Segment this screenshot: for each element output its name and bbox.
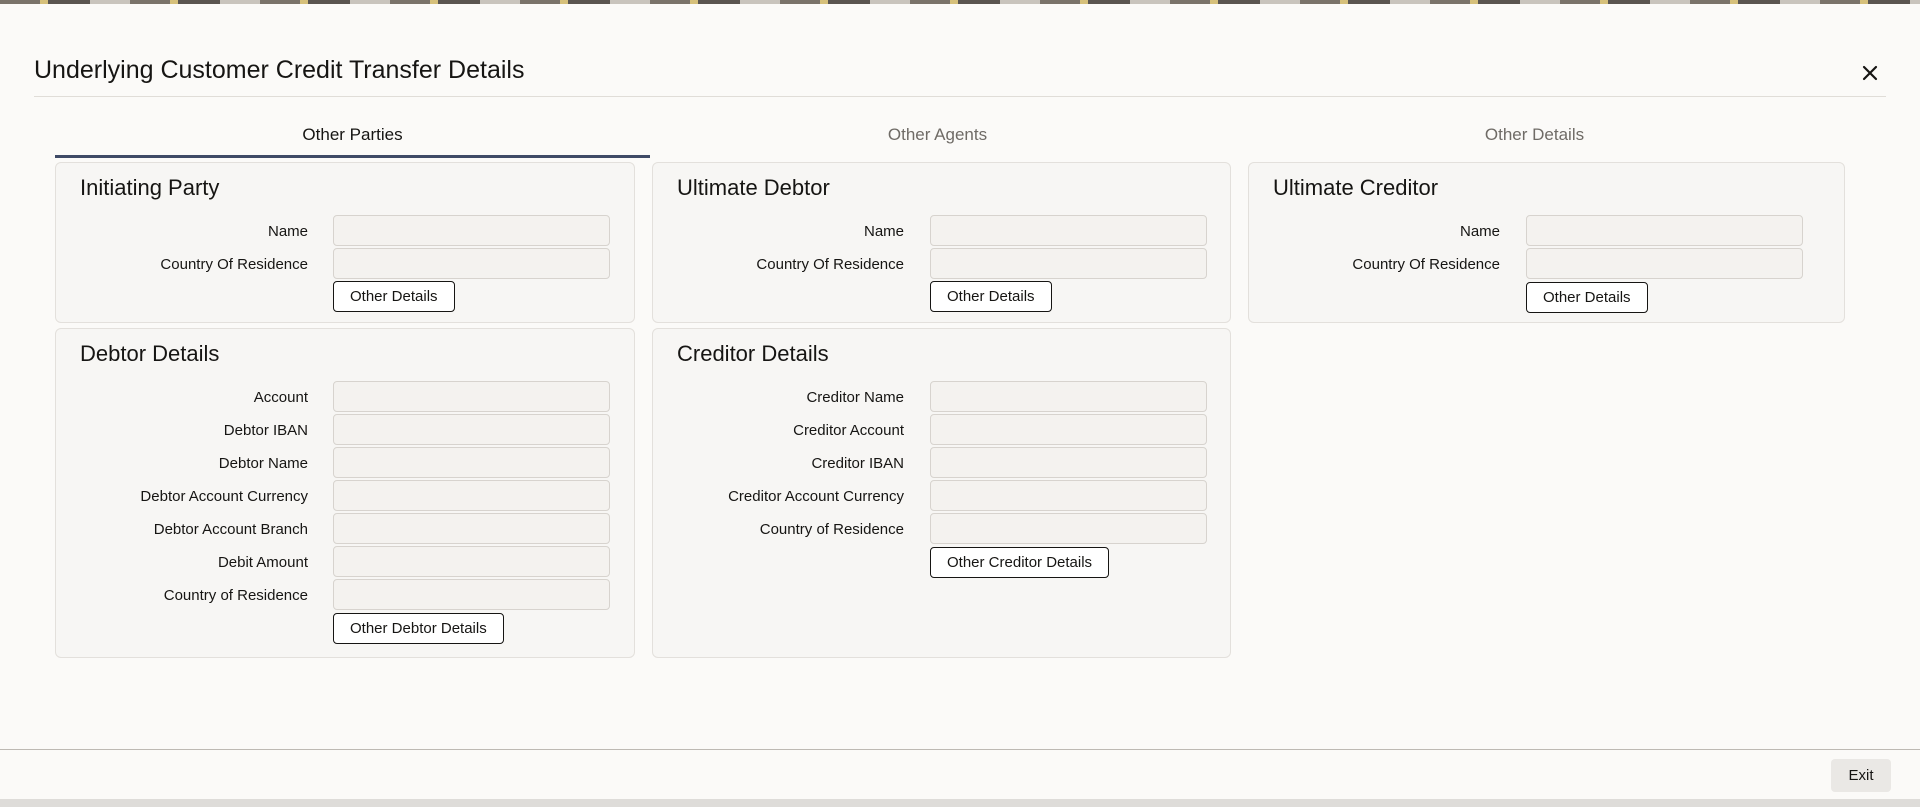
debtor-iban-input[interactable] [333, 414, 610, 445]
creditor-name-label: Creditor Name [806, 389, 904, 406]
debtor-account-input[interactable] [333, 381, 610, 412]
debtor-iban-label: Debtor IBAN [223, 422, 308, 439]
ultimate-debtor-name-input[interactable] [930, 215, 1207, 246]
debit-amount-input[interactable] [333, 546, 610, 577]
debtor-account-row: Account [56, 381, 634, 414]
debtor-account-branch-row: Debtor Account Branch [56, 513, 634, 546]
ultimate-debtor-country-row: Country Of Residence [653, 248, 1230, 281]
creditor-account-currency-row: Creditor Account Currency [653, 480, 1230, 513]
creditor-iban-row: Creditor IBAN [653, 447, 1230, 480]
initiating-party-country-input[interactable] [333, 248, 610, 279]
ultimate-creditor-panel: Ultimate Creditor Name Country Of Reside… [1248, 162, 1845, 323]
debtor-account-branch-input[interactable] [333, 513, 610, 544]
creditor-name-input[interactable] [930, 381, 1207, 412]
close-icon [1862, 65, 1878, 81]
initiating-party-name-label: Name [267, 223, 308, 240]
debtor-account-currency-label: Debtor Account Currency [140, 488, 308, 505]
creditor-country-input[interactable] [930, 513, 1207, 544]
transfer-details-dialog: Underlying Customer Credit Transfer Deta… [0, 4, 1920, 799]
debit-amount-row: Debit Amount [56, 546, 634, 579]
debtor-details-panel: Debtor Details Account Debtor IBAN Debto… [55, 328, 635, 658]
creditor-account-currency-label: Creditor Account Currency [728, 488, 904, 505]
exit-button[interactable]: Exit [1831, 759, 1891, 792]
creditor-name-row: Creditor Name [653, 381, 1230, 414]
ultimate-creditor-country-row: Country Of Residence [1249, 248, 1844, 281]
ultimate-creditor-name-row: Name [1249, 215, 1844, 248]
debtor-country-label: Country of Residence [163, 587, 308, 604]
debtor-details-heading: Debtor Details [80, 341, 220, 366]
debtor-account-currency-input[interactable] [333, 480, 610, 511]
debtor-name-row: Debtor Name [56, 447, 634, 480]
ultimate-debtor-name-row: Name [653, 215, 1230, 248]
ultimate-debtor-other-details-button[interactable]: Other Details [930, 281, 1052, 312]
title-divider [34, 96, 1886, 97]
tab-other-parties[interactable]: Other Parties [55, 112, 650, 158]
debtor-country-row: Country of Residence [56, 579, 634, 612]
debit-amount-label: Debit Amount [217, 554, 308, 571]
ultimate-creditor-name-input[interactable] [1526, 215, 1803, 246]
creditor-details-heading: Creditor Details [677, 341, 829, 366]
tab-other-details[interactable]: Other Details [1237, 112, 1832, 158]
initiating-party-panel: Initiating Party Name Country Of Residen… [55, 162, 635, 323]
initiating-party-heading: Initiating Party [80, 175, 220, 200]
ultimate-debtor-heading: Ultimate Debtor [677, 175, 830, 200]
tab-other-agents[interactable]: Other Agents [640, 112, 1235, 158]
initiating-party-name-input[interactable] [333, 215, 610, 246]
ultimate-debtor-name-label: Name [863, 223, 904, 240]
initiating-party-country-row: Country Of Residence [56, 248, 634, 281]
other-debtor-details-button[interactable]: Other Debtor Details [333, 613, 504, 644]
debtor-country-input[interactable] [333, 579, 610, 610]
ultimate-creditor-country-input[interactable] [1526, 248, 1803, 279]
debtor-iban-row: Debtor IBAN [56, 414, 634, 447]
debtor-account-label: Account [253, 389, 308, 406]
debtor-account-currency-row: Debtor Account Currency [56, 480, 634, 513]
footer-divider [0, 749, 1920, 750]
creditor-account-label: Creditor Account [793, 422, 904, 439]
ultimate-creditor-other-details-button[interactable]: Other Details [1526, 282, 1648, 313]
creditor-country-row: Country of Residence [653, 513, 1230, 546]
creditor-account-row: Creditor Account [653, 414, 1230, 447]
ultimate-debtor-panel: Ultimate Debtor Name Country Of Residenc… [652, 162, 1231, 323]
ultimate-creditor-country-label: Country Of Residence [1352, 256, 1500, 273]
debtor-account-branch-label: Debtor Account Branch [153, 521, 308, 538]
ultimate-debtor-country-input[interactable] [930, 248, 1207, 279]
initiating-party-country-label: Country Of Residence [160, 256, 308, 273]
other-creditor-details-button[interactable]: Other Creditor Details [930, 547, 1110, 578]
debtor-name-input[interactable] [333, 447, 610, 478]
ultimate-debtor-country-label: Country Of Residence [756, 256, 904, 273]
bottom-strip [0, 799, 1920, 807]
creditor-details-panel: Creditor Details Creditor Name Creditor … [652, 328, 1231, 658]
dialog-title: Underlying Customer Credit Transfer Deta… [34, 56, 525, 84]
creditor-account-currency-input[interactable] [930, 480, 1207, 511]
debtor-name-label: Debtor Name [218, 455, 308, 472]
creditor-account-input[interactable] [930, 414, 1207, 445]
initiating-party-other-details-button[interactable]: Other Details [333, 281, 455, 312]
close-button[interactable] [1857, 60, 1883, 86]
ultimate-creditor-name-label: Name [1459, 223, 1500, 240]
creditor-iban-input[interactable] [930, 447, 1207, 478]
creditor-iban-label: Creditor IBAN [811, 455, 904, 472]
initiating-party-name-row: Name [56, 215, 634, 248]
ultimate-creditor-heading: Ultimate Creditor [1273, 175, 1439, 200]
creditor-country-label: Country of Residence [759, 521, 904, 538]
